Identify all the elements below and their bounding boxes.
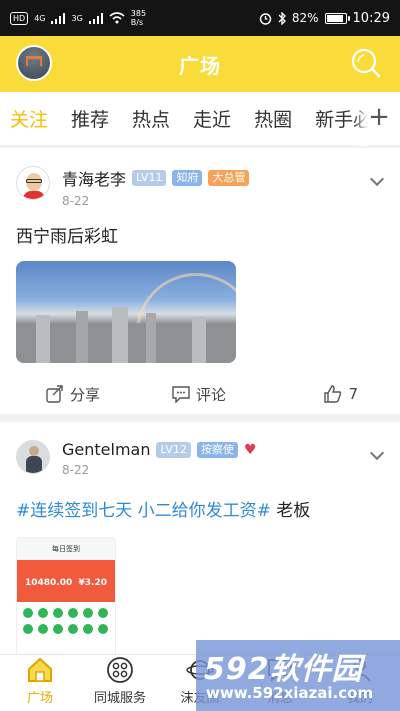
title-badge: 知府 (172, 170, 203, 186)
search-icon[interactable] (350, 47, 382, 79)
topic-tag[interactable]: #连续签到七天 小二给你发工资# (16, 501, 271, 521)
user-avatar[interactable] (16, 45, 52, 81)
post-date: 8-22 (62, 194, 90, 208)
post-card: Gentelman LV12 按察使 ♥ 8-22 #连续签到七天 小二给你发工… (0, 422, 400, 654)
signal-icon (88, 12, 103, 24)
share-label: 分享 (70, 385, 101, 404)
watermark-url: www.592xiazai.com (206, 684, 374, 702)
clock-time: 10:29 (352, 10, 390, 26)
title-badge: 按察使 (196, 441, 238, 458)
thumb-title: 每日签到 (17, 538, 115, 560)
share-icon (46, 385, 63, 403)
tab-hot-circle[interactable]: 热圈 (254, 105, 292, 132)
username[interactable]: Gentelman (62, 440, 150, 459)
comment-button[interactable]: 评论 (172, 384, 226, 405)
alarm-icon (259, 12, 272, 25)
status-bar: HD 4G 3G 385 B/s 82% 10:29 (0, 0, 400, 36)
signal-3g-label: 3G (71, 13, 83, 23)
watermark-brand: 592软件园 (204, 652, 363, 687)
thumbs-up-icon (324, 385, 342, 403)
comment-icon (172, 386, 190, 403)
battery-icon (324, 12, 350, 24)
battery-percent: 82% (291, 11, 319, 25)
wifi-icon (109, 12, 125, 24)
tab-recommend[interactable]: 推荐 (71, 105, 109, 132)
username[interactable]: 青海老李 (62, 166, 126, 190)
comment-label: 评论 (196, 385, 227, 404)
signal-icon (51, 12, 66, 24)
post-date: 8-22 (62, 463, 90, 477)
post-actions: 分享 评论 7 (16, 371, 384, 417)
post-image[interactable]: 每日签到 10480.00 ¥3.20 (16, 537, 116, 654)
app-header: 广场 (0, 36, 400, 92)
nav-local-services[interactable]: 同城服务 (80, 655, 160, 711)
home-icon (28, 657, 52, 682)
thumb-amount: 10480.00 (25, 578, 73, 588)
bluetooth-icon (278, 11, 286, 25)
watermark: 592软件园 www.592xiazai.com (196, 640, 400, 711)
post-text: #连续签到七天 小二给你发工资# 老板 (16, 501, 311, 521)
tab-nearby[interactable]: 走近 (193, 105, 231, 132)
heart-icon: ♥ (243, 441, 257, 458)
category-tabs: 关注 推荐 热点 走近 热圈 新手必 + (0, 92, 400, 146)
level-badge: LV12 (156, 441, 191, 458)
avatar[interactable] (16, 440, 50, 474)
post-text: 西宁雨后彩虹 (16, 227, 118, 247)
page-title: 广场 (179, 53, 221, 78)
post-image[interactable] (16, 261, 236, 363)
thumb-amount: ¥3.20 (78, 578, 107, 588)
tab-follow[interactable]: 关注 (10, 105, 48, 132)
feed: 青海老李 LV11 知府 大总管 8-22 西宁雨后彩虹 分享 评论 7 Gen… (0, 148, 400, 654)
nav-plaza[interactable]: 广场 (0, 655, 80, 711)
tab-hot[interactable]: 热点 (132, 105, 170, 132)
level-badge: LV11 (132, 170, 167, 186)
like-button[interactable]: 7 (324, 385, 358, 403)
like-count: 7 (348, 385, 358, 403)
add-tab-icon[interactable]: + (368, 102, 390, 132)
share-button[interactable]: 分享 (46, 384, 100, 405)
net-speed: 385 B/s (130, 9, 147, 27)
post-card: 青海老李 LV11 知府 大总管 8-22 西宁雨后彩虹 分享 评论 7 (0, 148, 400, 414)
signal-4g-label: 4G (34, 13, 46, 23)
hd-badge: HD (10, 11, 29, 25)
grid-icon (107, 657, 133, 683)
role-badge: 大总管 (208, 170, 250, 186)
avatar[interactable] (16, 166, 50, 200)
